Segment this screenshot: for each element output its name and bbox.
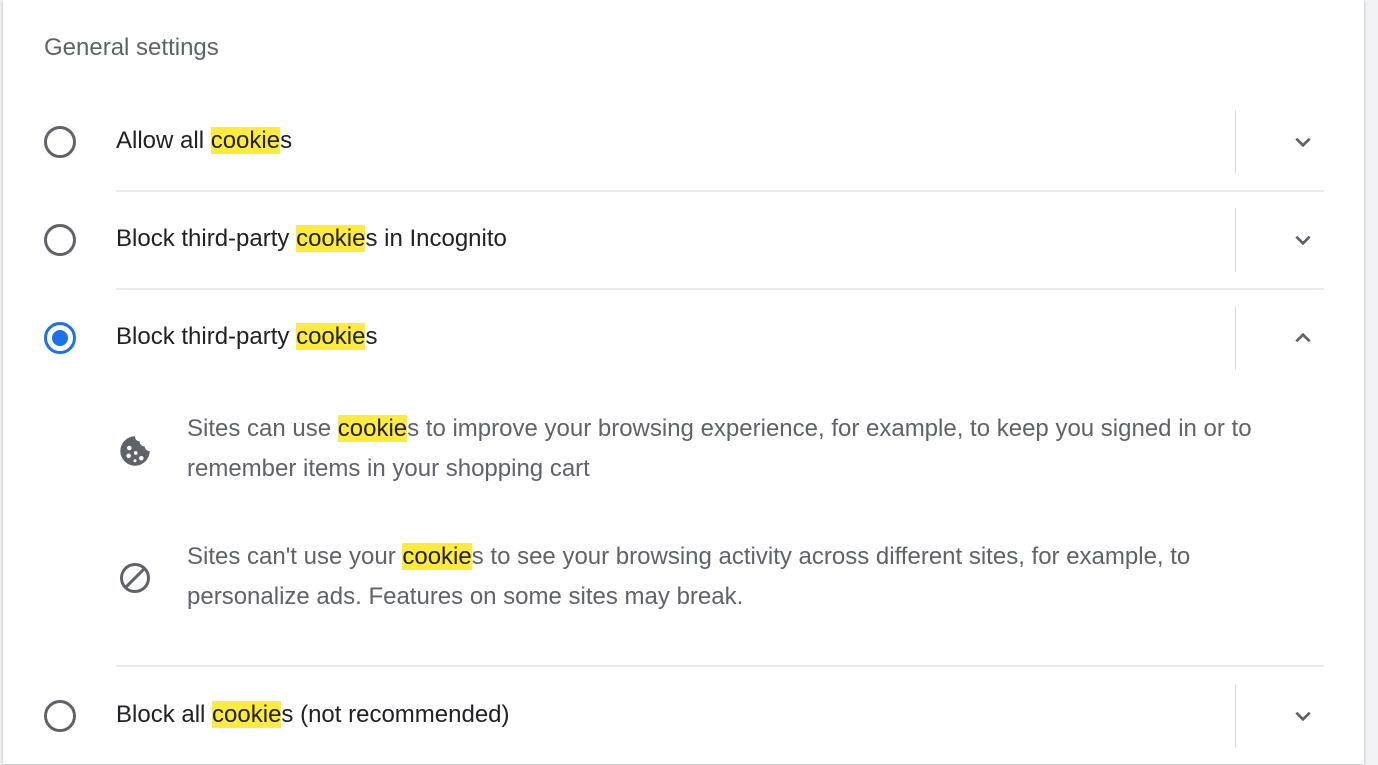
chevron-down-icon[interactable] <box>1287 224 1319 256</box>
search-highlight: cookie <box>296 225 366 252</box>
cookie-settings-card: General settings Allow all cookies Block… <box>3 0 1364 764</box>
detail-text: Sites can use <box>187 415 338 442</box>
search-highlight: cookie <box>296 323 366 350</box>
radio-allow-all[interactable] <box>44 126 76 158</box>
option-label-text: s <box>280 127 293 154</box>
block-icon <box>120 563 150 593</box>
search-highlight: cookie <box>402 543 472 570</box>
divider <box>1235 208 1236 272</box>
option-block-third-party-incognito[interactable]: Block third-party cookies in Incognito <box>3 191 1364 289</box>
chevron-up-icon[interactable] <box>1287 322 1319 354</box>
detail-text: Sites can't use your <box>187 543 403 570</box>
chevron-down-icon[interactable] <box>1287 126 1319 158</box>
option-label: Block third-party cookies in Incognito <box>116 225 507 253</box>
option-label-text: s <box>365 323 378 350</box>
option-block-all-cookies[interactable]: Block all cookies (not recommended) <box>3 667 1364 765</box>
divider <box>1235 306 1236 370</box>
option-label: Block all cookies (not recommended) <box>116 701 510 729</box>
search-highlight: cookie <box>337 415 408 442</box>
radio-block-third-party-incognito[interactable] <box>44 224 76 256</box>
option-label-text: s (not recommended) <box>281 701 510 728</box>
radio-block-third-party[interactable] <box>44 322 76 354</box>
option-label-text: Block third-party <box>116 323 297 350</box>
option-label: Block third-party cookies <box>116 323 377 351</box>
divider <box>1235 110 1236 174</box>
option-allow-all-cookies[interactable]: Allow all cookies <box>3 93 1364 191</box>
option-label-text: Allow all <box>116 127 211 154</box>
cookie-icon <box>120 436 150 466</box>
search-highlight: cookie <box>212 701 282 728</box>
divider <box>1235 684 1236 748</box>
option-label-text: Block third-party <box>116 225 297 252</box>
detail-allow-first-party: Sites can use cookies to improve your br… <box>187 409 1317 489</box>
option-label-text: Block all <box>116 701 213 728</box>
search-highlight: cookie <box>210 127 281 154</box>
section-title: General settings <box>44 34 219 61</box>
option-label: Allow all cookies <box>116 127 292 155</box>
detail-block-cross-site: Sites can't use your cookies to see your… <box>187 537 1317 617</box>
option-label-text: s in Incognito <box>365 225 507 252</box>
radio-block-all[interactable] <box>44 700 76 732</box>
chevron-down-icon[interactable] <box>1287 700 1319 732</box>
option-block-third-party[interactable]: Block third-party cookies <box>3 289 1364 387</box>
